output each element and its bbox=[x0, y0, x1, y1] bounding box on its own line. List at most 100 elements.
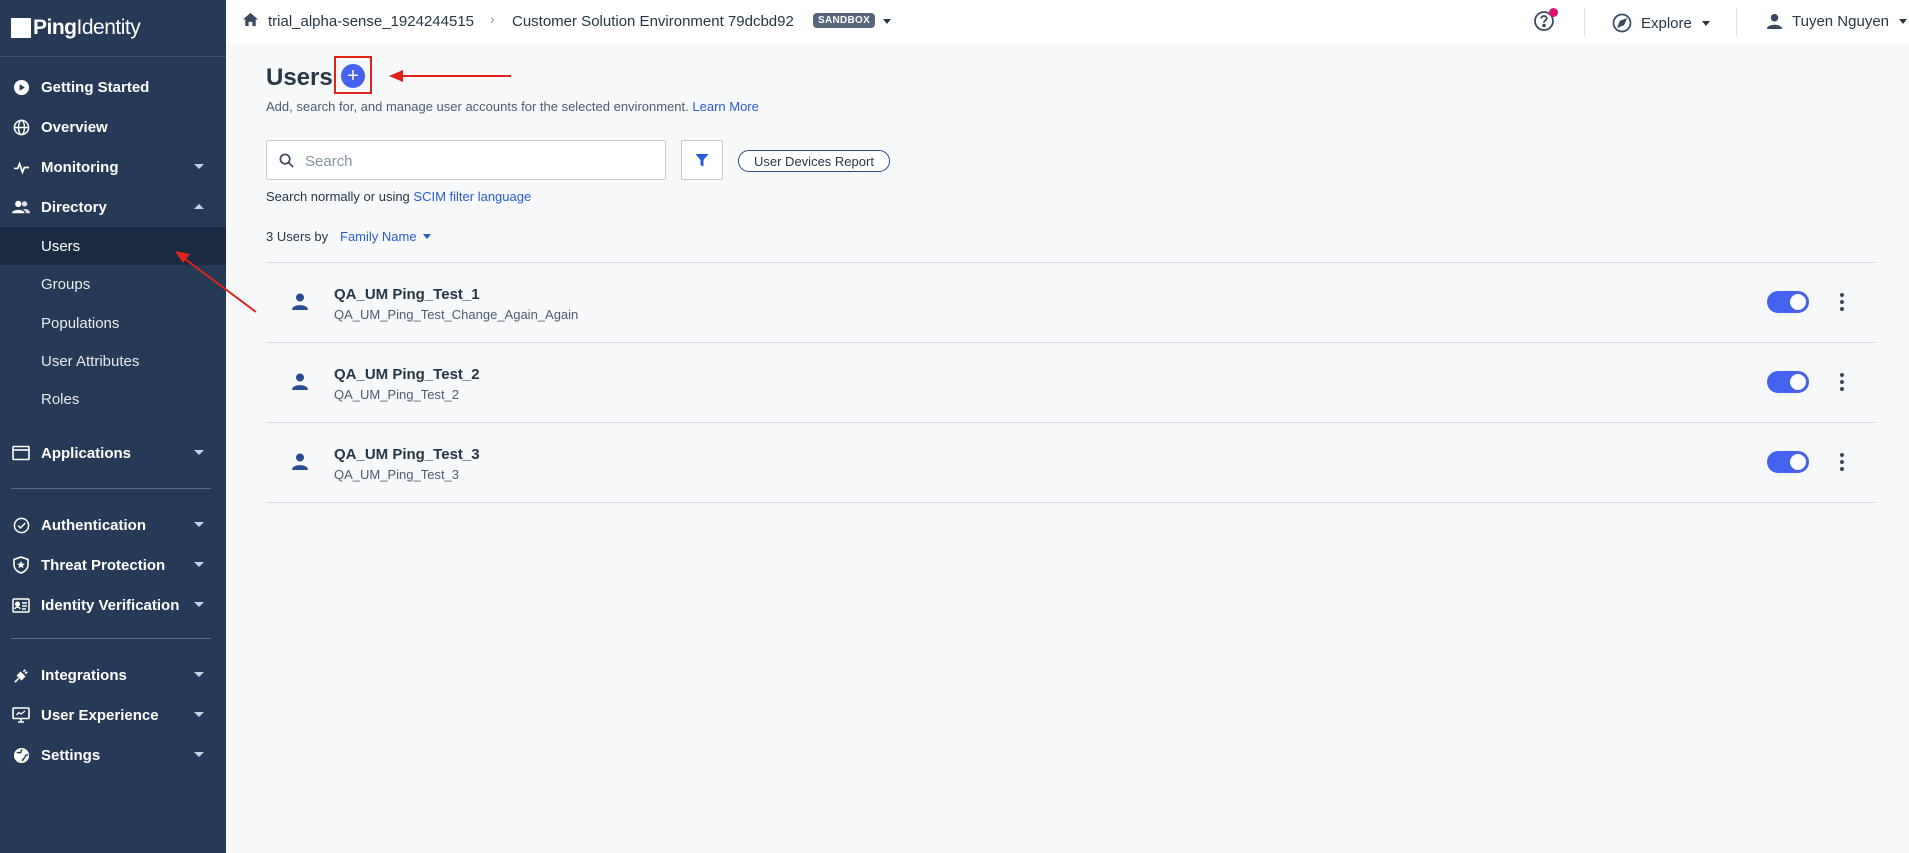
scim-filter-link[interactable]: SCIM filter language bbox=[413, 189, 531, 204]
globe-settings-icon bbox=[12, 746, 30, 764]
nav-threat-protection[interactable]: Threat Protection bbox=[0, 546, 226, 584]
search-input[interactable] bbox=[305, 150, 655, 172]
more-options-icon[interactable] bbox=[1836, 371, 1848, 393]
chevron-down-icon bbox=[194, 752, 204, 757]
user-devices-report-button[interactable]: User Devices Report bbox=[738, 150, 890, 172]
nav-integrations[interactable]: Integrations bbox=[0, 656, 226, 694]
search-hint: Search normally or using SCIM filter lan… bbox=[266, 189, 532, 204]
sidebar-divider bbox=[11, 638, 211, 639]
top-bar: trial_alpha-sense_1924244515 › Customer … bbox=[226, 0, 1909, 43]
ping-identity-logo[interactable]: PingIdentity bbox=[0, 0, 226, 57]
user-menu[interactable]: Tuyen Nguyen bbox=[1766, 13, 1908, 30]
pulse-icon bbox=[12, 158, 30, 176]
user-enabled-toggle[interactable] bbox=[1767, 451, 1809, 473]
nav-label: Monitoring bbox=[41, 158, 119, 176]
nav-identity-verification[interactable]: Identity Verification bbox=[0, 586, 226, 624]
logo-text-bold: Ping bbox=[33, 16, 77, 39]
sort-field-dropdown[interactable]: Family Name bbox=[340, 229, 431, 244]
environment-badge: SANDBOX bbox=[813, 13, 876, 28]
topbar-divider bbox=[1736, 8, 1737, 36]
nav-getting-started[interactable]: Getting Started bbox=[0, 68, 226, 106]
chevron-right-icon: › bbox=[490, 11, 495, 27]
notification-dot bbox=[1549, 8, 1558, 17]
sidebar-item-users[interactable]: Users bbox=[0, 227, 226, 265]
nav-settings[interactable]: Settings bbox=[0, 736, 226, 774]
shield-icon bbox=[12, 556, 30, 574]
table-row[interactable]: QA_UM Ping_Test_2 QA_UM_Ping_Test_2 bbox=[266, 343, 1876, 423]
filter-icon bbox=[695, 153, 709, 168]
nav-label: Integrations bbox=[41, 666, 127, 684]
nav-label: Overview bbox=[41, 118, 108, 136]
nav-overview[interactable]: Overview bbox=[0, 108, 226, 146]
sidebar-item-roles[interactable]: Roles bbox=[0, 380, 226, 418]
nav-monitoring[interactable]: Monitoring bbox=[0, 148, 226, 186]
sidebar: PingIdentity Getting Started Overview Mo… bbox=[0, 0, 226, 853]
user-name[interactable]: QA_UM Ping_Test_2 bbox=[334, 366, 480, 383]
explore-menu[interactable]: Explore bbox=[1612, 13, 1710, 33]
user-enabled-toggle[interactable] bbox=[1767, 291, 1809, 313]
sidebar-item-groups[interactable]: Groups bbox=[0, 265, 226, 303]
environment-dropdown-icon[interactable] bbox=[883, 19, 891, 24]
filter-button[interactable] bbox=[681, 140, 723, 180]
nav-label: Applications bbox=[41, 444, 132, 462]
monitor-icon bbox=[12, 706, 30, 724]
nav-label: Directory bbox=[41, 198, 107, 216]
user-count: 3 Users by bbox=[266, 229, 329, 244]
chevron-down-icon bbox=[194, 562, 204, 567]
chevron-down-icon bbox=[194, 672, 204, 677]
nav-label: User Experience bbox=[41, 706, 159, 724]
add-user-button[interactable]: + bbox=[341, 64, 365, 88]
learn-more-link[interactable]: Learn More bbox=[692, 99, 758, 114]
user-name[interactable]: QA_UM Ping_Test_3 bbox=[334, 446, 480, 463]
annotation-arrow-to-add bbox=[389, 70, 511, 82]
user-name: Tuyen Nguyen bbox=[1792, 13, 1890, 30]
nav-label: Settings bbox=[41, 746, 101, 764]
chevron-down-icon bbox=[194, 450, 204, 455]
page-subtitle: Add, search for, and manage user account… bbox=[266, 99, 759, 114]
chevron-down-icon bbox=[194, 712, 204, 717]
nav-applications[interactable]: Applications bbox=[0, 434, 226, 472]
breadcrumb-organization[interactable]: trial_alpha-sense_1924244515 bbox=[268, 13, 474, 30]
user-name[interactable]: QA_UM Ping_Test_1 bbox=[334, 286, 480, 303]
check-circle-icon bbox=[12, 516, 30, 534]
nav-directory[interactable]: Directory bbox=[0, 188, 226, 226]
chevron-down-icon bbox=[194, 164, 204, 169]
user-list: QA_UM Ping_Test_1 QA_UM_Ping_Test_Change… bbox=[266, 262, 1876, 503]
sidebar-item-user-attributes[interactable]: User Attributes bbox=[0, 342, 226, 380]
logo-text-light: Identity bbox=[76, 16, 141, 39]
breadcrumb-environment[interactable]: Customer Solution Environment 79dcbd92 bbox=[512, 13, 794, 30]
user-username: QA_UM_Ping_Test_Change_Again_Again bbox=[334, 307, 579, 322]
chevron-down-icon bbox=[194, 522, 204, 527]
user-enabled-toggle[interactable] bbox=[1767, 371, 1809, 393]
chevron-down-icon bbox=[194, 602, 204, 607]
search-icon bbox=[279, 153, 294, 173]
compass-icon bbox=[1612, 13, 1632, 33]
globe-icon bbox=[12, 118, 30, 136]
id-card-icon bbox=[12, 596, 30, 614]
user-username: QA_UM_Ping_Test_3 bbox=[334, 467, 460, 482]
nav-label: Threat Protection bbox=[41, 556, 166, 574]
window-icon bbox=[12, 444, 30, 462]
search-box bbox=[266, 140, 666, 180]
chevron-down-icon bbox=[422, 234, 431, 239]
nav-user-experience[interactable]: User Experience bbox=[0, 696, 226, 734]
page-title: Users bbox=[266, 64, 333, 91]
more-options-icon[interactable] bbox=[1836, 451, 1848, 473]
table-row[interactable]: QA_UM Ping_Test_1 QA_UM_Ping_Test_Change… bbox=[266, 263, 1876, 343]
nav-label: Authentication bbox=[41, 516, 146, 534]
user-username: QA_UM_Ping_Test_2 bbox=[334, 387, 460, 402]
more-options-icon[interactable] bbox=[1836, 291, 1848, 313]
nav-label: Getting Started bbox=[41, 78, 150, 96]
user-avatar-icon bbox=[292, 373, 308, 395]
play-circle-icon bbox=[12, 78, 30, 96]
sidebar-item-populations[interactable]: Populations bbox=[0, 304, 226, 342]
nav-label: Identity Verification bbox=[41, 596, 180, 614]
nav-authentication[interactable]: Authentication bbox=[0, 506, 226, 544]
user-avatar-icon bbox=[292, 293, 308, 315]
table-row[interactable]: QA_UM Ping_Test_3 QA_UM_Ping_Test_3 bbox=[266, 423, 1876, 503]
home-icon[interactable] bbox=[242, 11, 259, 32]
users-icon bbox=[12, 198, 30, 216]
user-icon bbox=[1766, 13, 1783, 30]
plug-icon bbox=[12, 666, 30, 684]
explore-label: Explore bbox=[1641, 14, 1692, 32]
